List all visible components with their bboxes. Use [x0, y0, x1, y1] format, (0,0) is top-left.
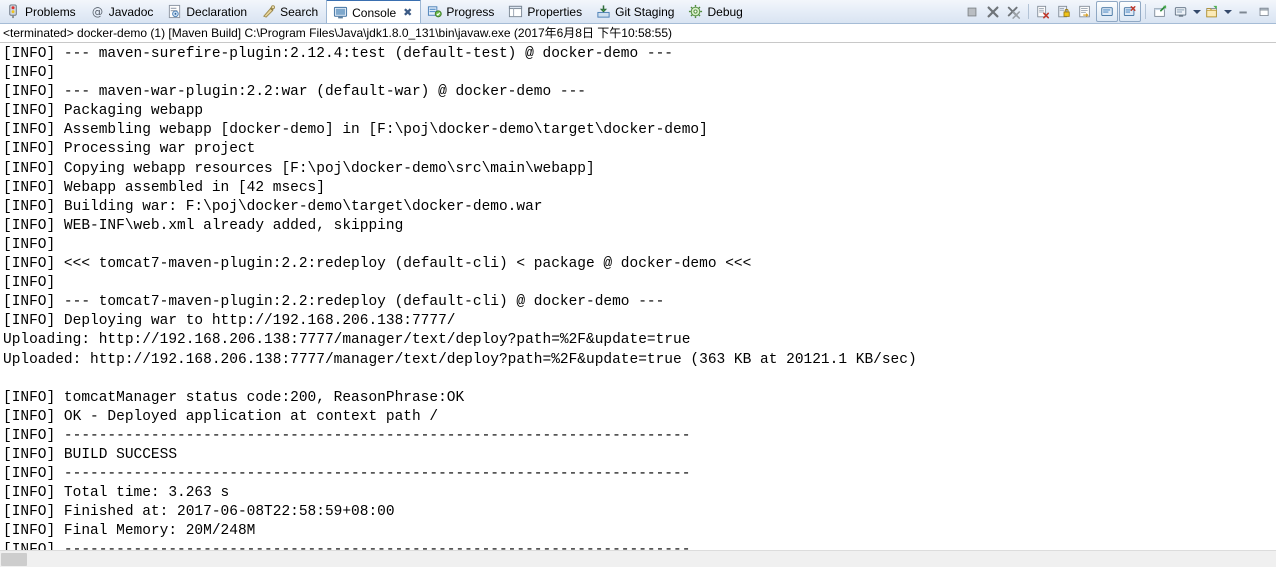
remove-all-launches-button[interactable]	[1004, 2, 1024, 21]
tab-label: Debug	[707, 4, 743, 19]
svg-text:@: @	[92, 5, 103, 18]
console-line: [INFO] BUILD SUCCESS	[3, 446, 178, 463]
clear-console-button[interactable]	[1033, 2, 1053, 21]
terminate-button[interactable]	[962, 2, 982, 21]
properties-icon	[508, 4, 523, 19]
console-line: [INFO] Total time: 3.263 s	[3, 485, 230, 502]
display-selected-console-button[interactable]	[1171, 2, 1191, 21]
console-line: [INFO] WEB-INF\web.xml already added, sk…	[3, 217, 404, 234]
tab-properties[interactable]: Properties	[502, 0, 590, 23]
debug-icon	[688, 4, 703, 19]
console-line: [INFO] Processing war project	[3, 141, 256, 158]
console-horizontal-scrollbar[interactable]	[0, 550, 1276, 567]
search-icon	[261, 4, 276, 19]
view-tab-bar: Problems @ Javadoc Declaration Search Console…	[0, 0, 1276, 24]
console-line: [INFO] ---------------------------------…	[3, 427, 691, 444]
console-toolbar	[962, 0, 1276, 23]
tab-label: Console	[352, 5, 397, 20]
scrollbar-thumb[interactable]	[1, 553, 27, 566]
close-icon[interactable]: ✖	[403, 6, 412, 19]
open-console-button[interactable]	[1202, 2, 1222, 21]
console-line: [INFO] Copying webapp resources [F:\poj\…	[3, 160, 595, 177]
console-line: [INFO] OK - Deployed application at cont…	[3, 408, 439, 425]
console-line: Uploaded: http://192.168.206.138:7777/ma…	[3, 351, 917, 368]
progress-icon	[427, 4, 443, 19]
process-status-line: <terminated> docker-demo (1) [Maven Buil…	[0, 24, 1276, 43]
show-console-on-output-button[interactable]	[1096, 1, 1118, 22]
tab-label: Declaration	[186, 4, 248, 19]
console-line: [INFO] Finished at: 2017-06-08T22:58:59+…	[3, 504, 395, 521]
tab-label: Git Staging	[615, 4, 675, 19]
tab-label: Properties	[527, 4, 583, 19]
tab-list: Problems @ Javadoc Declaration Search Console…	[0, 0, 751, 23]
tab-label: Search	[280, 4, 319, 19]
git-staging-icon	[596, 4, 611, 19]
toolbar-separator	[1145, 4, 1146, 19]
console-line: [INFO]	[3, 236, 56, 253]
tab-label: Problems	[25, 4, 76, 19]
console-line: [INFO] Deploying war to http://192.168.2…	[3, 313, 456, 330]
tab-search[interactable]: Search	[255, 0, 326, 23]
declaration-icon	[167, 4, 182, 19]
show-console-on-error-button[interactable]	[1119, 1, 1141, 22]
tab-declaration[interactable]: Declaration	[161, 0, 255, 23]
console-line: [INFO] Building war: F:\poj\docker-demo\…	[3, 198, 543, 215]
console-icon	[333, 5, 348, 20]
console-line: [INFO] ---------------------------------…	[3, 466, 691, 483]
tab-label: Progress	[446, 4, 495, 19]
console-line: [INFO]	[3, 275, 56, 292]
maximize-view-button[interactable]	[1254, 2, 1274, 21]
console-line: [INFO] Packaging webapp	[3, 103, 204, 120]
minimize-view-button[interactable]	[1233, 2, 1253, 21]
tab-debug[interactable]: Debug	[682, 0, 750, 23]
console-line: [INFO] Assembling webapp [docker-demo] i…	[3, 122, 708, 139]
word-wrap-button[interactable]	[1075, 2, 1095, 21]
javadoc-icon: @	[90, 4, 105, 19]
console-line: [INFO]	[3, 65, 56, 82]
problems-icon	[6, 4, 21, 19]
tab-javadoc[interactable]: @ Javadoc	[84, 0, 162, 23]
console-line: [INFO] tomcatManager status code:200, Re…	[3, 389, 465, 406]
chevron-down-icon[interactable]	[1223, 2, 1232, 21]
scroll-lock-button[interactable]	[1054, 2, 1074, 21]
console-line: [INFO] Webapp assembled in [42 msecs]	[3, 179, 325, 196]
console-output-area[interactable]: [INFO] --- maven-surefire-plugin:2.12.4:…	[0, 43, 1276, 567]
tab-git-staging[interactable]: Git Staging	[590, 0, 682, 23]
tab-label: Javadoc	[108, 4, 154, 19]
console-log-lines: [INFO] --- maven-surefire-plugin:2.12.4:…	[3, 45, 1276, 561]
console-line: [INFO] <<< tomcat7-maven-plugin:2.2:rede…	[3, 256, 752, 273]
toolbar-separator	[1028, 4, 1029, 19]
console-line: [INFO] --- maven-surefire-plugin:2.12.4:…	[3, 46, 674, 62]
remove-launch-button[interactable]	[983, 2, 1003, 21]
tab-problems[interactable]: Problems	[0, 0, 84, 23]
chevron-down-icon[interactable]	[1192, 2, 1201, 21]
pin-console-button[interactable]	[1150, 2, 1170, 21]
console-line: [INFO] --- tomcat7-maven-plugin:2.2:rede…	[3, 294, 665, 311]
tab-console[interactable]: Console ✖	[326, 0, 422, 23]
console-line: Uploading: http://192.168.206.138:7777/m…	[3, 332, 691, 349]
tab-progress[interactable]: Progress	[421, 0, 502, 23]
console-line: [INFO] --- maven-war-plugin:2.2:war (def…	[3, 84, 586, 101]
console-line: [INFO] Final Memory: 20M/248M	[3, 523, 256, 540]
